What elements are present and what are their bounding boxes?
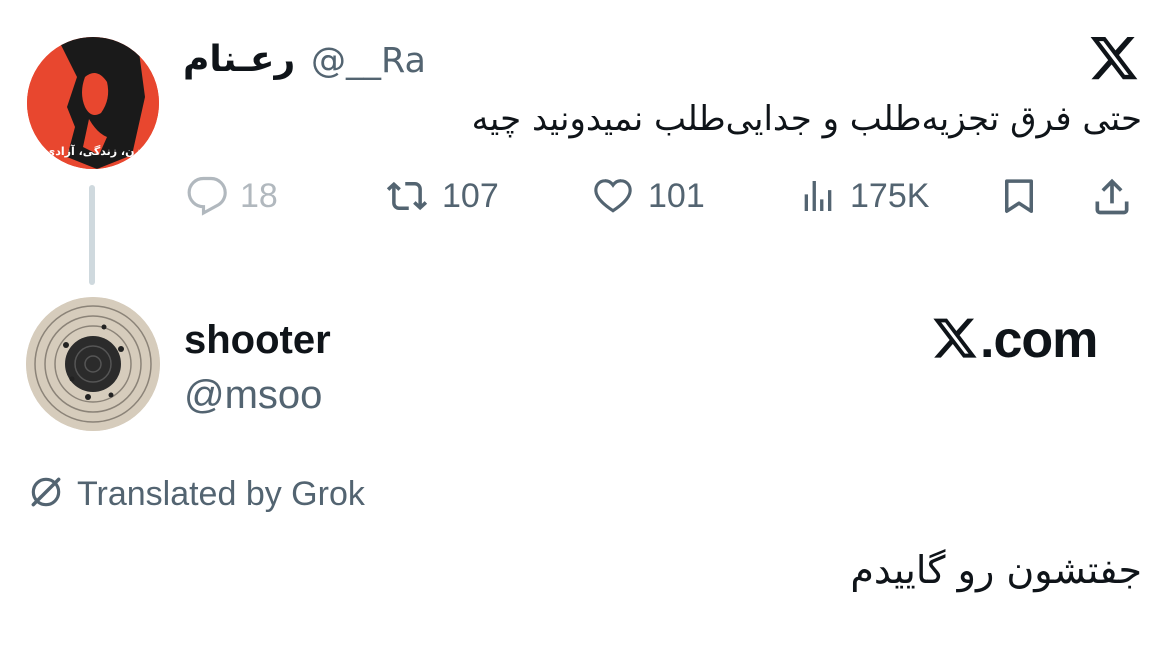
views-count: 175K — [850, 176, 930, 215]
x-logo-icon — [930, 314, 980, 366]
reply-icon — [186, 175, 228, 217]
thread-connector-line — [89, 185, 95, 285]
avatar-caption: زن، زندگی، آزادی — [45, 145, 141, 158]
tweet2-text: جفتشون رو گاییدم — [850, 548, 1142, 592]
tweet1-text: حتی فرق تجزیه‌طلب و جدایی‌طلب نمیدونید چ… — [471, 99, 1142, 139]
like-button[interactable]: 101 — [590, 173, 705, 219]
reply-count: 18 — [240, 176, 278, 215]
shooting-target-image — [26, 297, 160, 431]
views-icon — [798, 175, 838, 217]
views-button[interactable]: 175K — [798, 173, 929, 219]
retweet-button[interactable]: 107 — [384, 173, 499, 219]
avatar-shooter[interactable] — [26, 297, 160, 431]
bookmark-button[interactable] — [998, 174, 1040, 218]
bookmark-icon — [998, 174, 1040, 218]
heart-icon — [590, 175, 636, 217]
reply-button[interactable]: 18 — [186, 173, 278, 219]
share-button[interactable] — [1089, 174, 1135, 218]
x-logo-icon — [1088, 32, 1140, 84]
grok-icon — [27, 473, 65, 515]
x-com-watermark: .com — [930, 310, 1098, 370]
retweet-count: 107 — [442, 176, 499, 215]
avatar-ranam[interactable]: زن، زندگی، آزادی — [27, 37, 159, 169]
tweet2-handle[interactable]: @msoo — [184, 370, 322, 420]
like-count: 101 — [648, 176, 705, 215]
tweet1-display-name[interactable]: رعـنام — [183, 37, 295, 83]
translation-note[interactable]: Translated by Grok — [27, 473, 365, 515]
watermark-label: .com — [980, 311, 1098, 369]
tweet2-display-name[interactable]: shooter — [184, 315, 331, 365]
translation-note-label: Translated by Grok — [77, 474, 365, 513]
retweet-icon — [384, 175, 430, 217]
tweet1-handle[interactable]: @__Ra — [311, 38, 426, 84]
share-icon — [1089, 174, 1135, 218]
